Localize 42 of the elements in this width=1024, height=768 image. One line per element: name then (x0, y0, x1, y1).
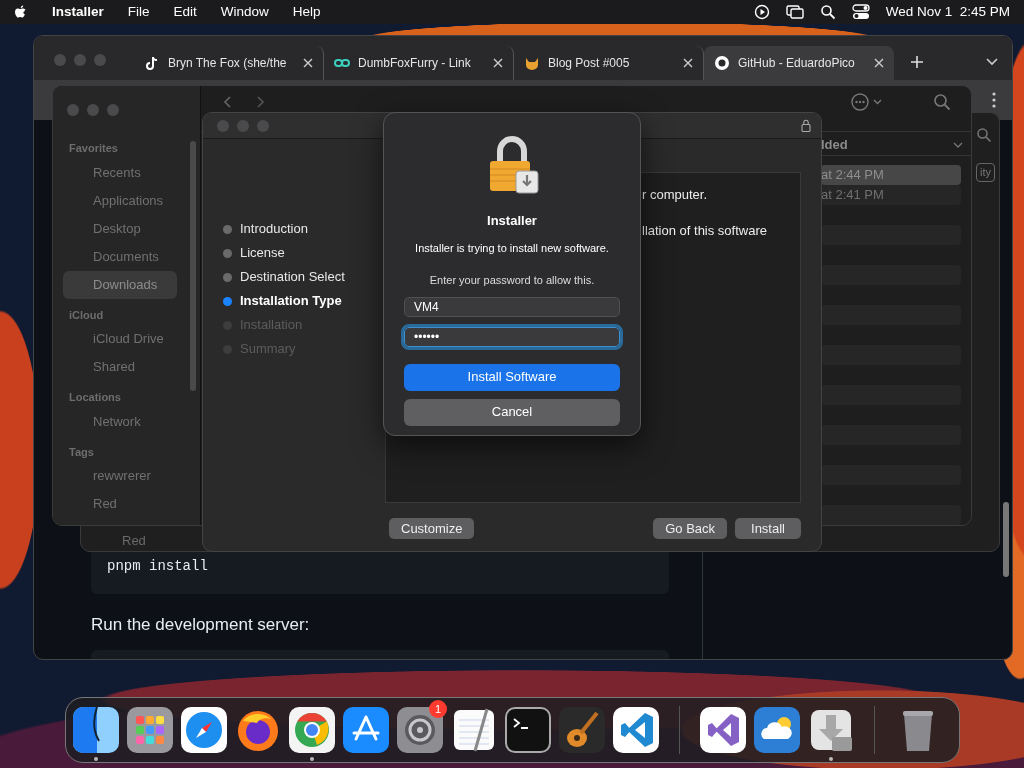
list-row[interactable]: at 2:44 PM (821, 165, 961, 185)
list-row[interactable]: at 2:41 PM (821, 185, 961, 205)
menu-item[interactable]: File (127, 1, 150, 23)
app-menu[interactable]: Installer (52, 1, 104, 23)
step-label: License (240, 244, 285, 263)
customize-button[interactable]: Customize (389, 518, 475, 539)
notification-badge: 1 (429, 700, 447, 718)
menu-item[interactable]: Edit (173, 1, 197, 23)
sidebar-heading: iCloud (68, 307, 105, 323)
sidebar-heading: Favorites (68, 141, 119, 156)
sidebar-item[interactable]: Applications (63, 186, 177, 215)
sidebar-item[interactable]: Red (122, 532, 146, 548)
install-software-button[interactable]: Install Software (404, 363, 620, 391)
password-field[interactable]: •••••• (404, 326, 620, 347)
step-label: Installation Type (240, 292, 342, 311)
sidebar-heading: Tags (68, 444, 95, 460)
body-text: r computer. (642, 186, 709, 204)
step-label: Destination Select (240, 268, 345, 287)
sidebar-item[interactable]: Recents (63, 158, 177, 187)
dialog-title: Installer (487, 212, 537, 230)
cancel-button[interactable]: Cancel (404, 398, 620, 426)
sidebar-item[interactable]: Network (63, 407, 177, 436)
sidebar-item[interactable]: Desktop (63, 214, 177, 243)
menu-item[interactable]: Help (292, 1, 321, 23)
sidebar-item[interactable]: Downloads (63, 270, 177, 299)
sidebar-item[interactable]: iCloud Drive (63, 325, 177, 353)
browser-tab[interactable]: GitHub - EduardoPico (704, 46, 894, 80)
step-label: Introduction (240, 220, 308, 239)
clock-text[interactable]: Wed Nov 1 2:45 PM (885, 1, 1010, 23)
filter-button[interactable]: ity (976, 163, 995, 182)
sidebar-heading: Locations (68, 390, 122, 405)
dialog-prompt: Enter your password to allow this. (429, 273, 595, 288)
install-button[interactable]: Install (735, 518, 801, 539)
paragraph: Run the development server: (91, 614, 311, 636)
sidebar-item[interactable]: Shared (63, 353, 177, 381)
username-field[interactable]: VM4 (404, 296, 620, 317)
column-header[interactable]: lded (821, 134, 848, 155)
body-text: llation of this software (642, 221, 768, 240)
menu-item[interactable]: Window (220, 1, 269, 23)
dialog-message: Installer is trying to install new software. (415, 240, 609, 256)
sidebar-item[interactable]: Documents (63, 242, 177, 271)
go-back-button[interactable]: Go Back (653, 518, 728, 539)
